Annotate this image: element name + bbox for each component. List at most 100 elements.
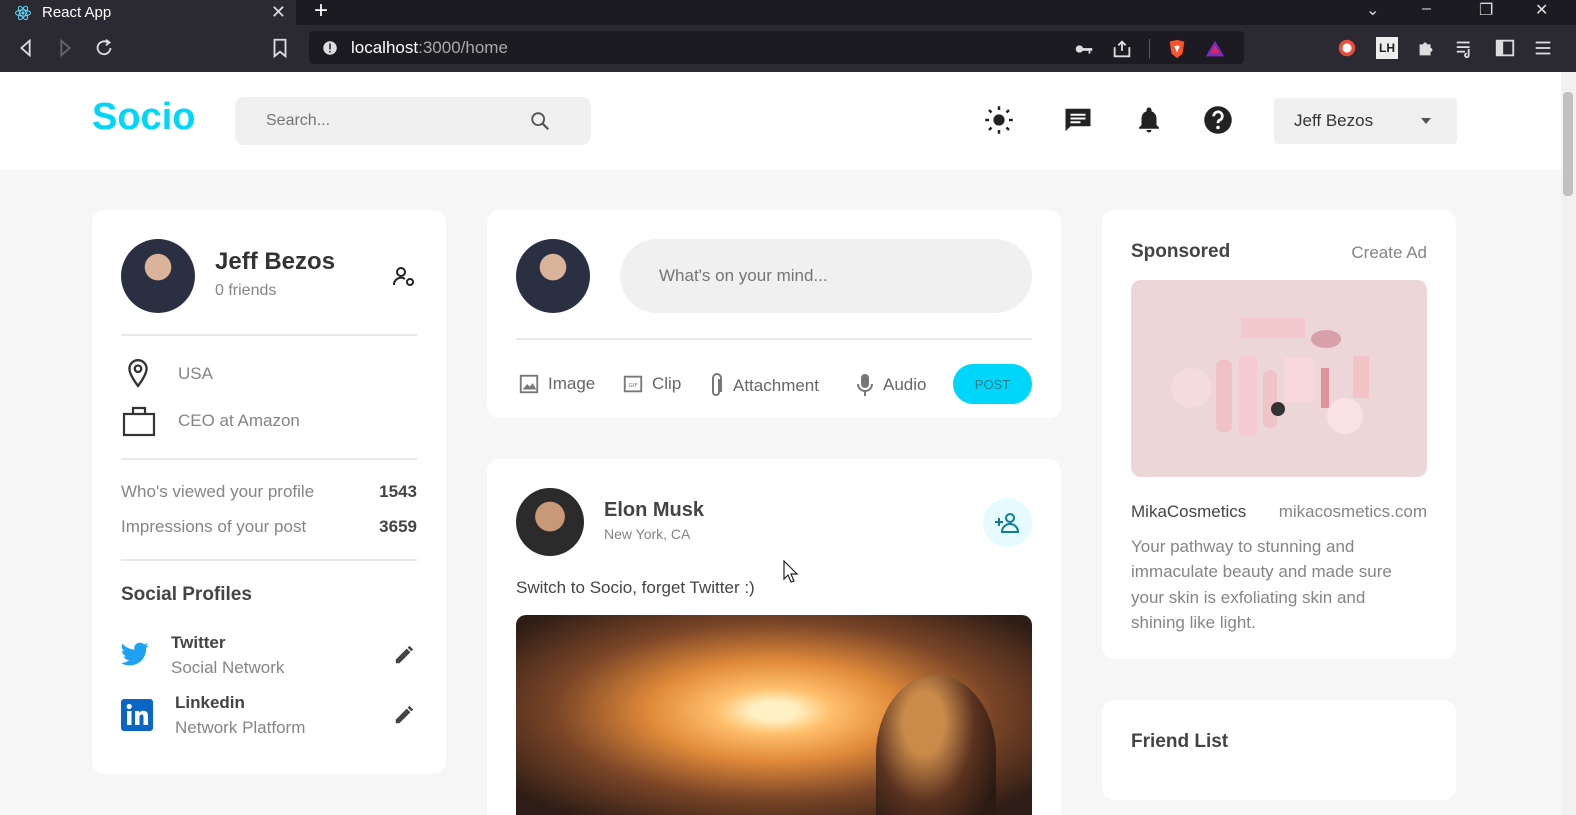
address-bar[interactable]: localhost:3000/home [309,31,1244,64]
user-widget: Jeff Bezos 0 friends USA CEO at Amazon W… [92,210,446,774]
post-input[interactable] [620,239,1032,313]
social-type: Social Network [171,658,285,677]
light-mode-icon[interactable] [984,105,1014,135]
stat-label: Who's viewed your profile [121,482,315,501]
add-person-icon [994,512,1019,533]
search-icon[interactable] [529,110,551,132]
divider [121,458,417,460]
minimize-icon[interactable]: – [1422,0,1431,20]
location-pin-icon [128,358,148,388]
stat-value: 3659 [379,517,417,536]
add-friend-button[interactable] [983,498,1032,547]
post-author-name[interactable]: Elon Musk [604,499,704,522]
friend-count: 0 friends [215,282,277,299]
image-label: Image [548,374,596,393]
edit-pencil-icon[interactable] [393,704,415,726]
search-box [235,97,591,145]
chevron-down-icon [1421,118,1431,124]
forward-icon[interactable] [54,37,76,59]
post-card: Elon Musk New York, CA Switch to Socio, … [487,459,1061,815]
puzzle-icon[interactable] [1415,37,1437,59]
friend-list-title: Friend List [1131,731,1229,752]
ad-widget: Sponsored Create Ad MikaCosmetics mikaco… [1102,210,1456,659]
restore-icon[interactable]: ❐ [1479,0,1493,20]
browser-tab-bar: React App ✕ + ⌄ – ❐ ✕ [0,0,1576,25]
browser-toolbar: localhost:3000/home LH [0,25,1576,72]
ad-description-line: shining like light. [1131,613,1256,632]
post-author-avatar[interactable] [516,488,584,556]
key-icon[interactable] [1073,38,1095,60]
menu-icon[interactable] [1532,37,1554,59]
social-name[interactable]: Linkedin [175,693,245,713]
social-profiles-title: Social Profiles [121,584,252,605]
clip-action[interactable]: GIF Clip [622,373,681,395]
ad-description-line: immaculate beauty and made sure [1131,562,1392,581]
user-location: USA [178,364,213,383]
new-tab-button[interactable]: + [314,0,328,23]
tab-search-icon[interactable]: ⌄ [1366,0,1379,20]
twitter-icon [122,642,149,666]
audio-action[interactable]: Audio [857,373,926,397]
post-composer: Image GIF Clip Attachment Audio POST [487,210,1061,418]
create-ad-link[interactable]: Create Ad [1351,243,1427,263]
bookmark-icon[interactable] [269,37,291,59]
window-close-icon[interactable]: ✕ [1535,0,1548,20]
extension-icon[interactable] [1336,37,1358,59]
ad-description-line: your skin is exfoliating skin and [1131,588,1366,607]
logo[interactable]: Socio [92,96,195,139]
user-menu-name: Jeff Bezos [1294,111,1374,130]
url-path: :3000/home [418,37,508,57]
scrollbar-thumb[interactable] [1563,92,1573,196]
svg-text:GIF: GIF [628,383,637,389]
share-icon[interactable] [1111,38,1133,60]
attachment-label: Attachment [733,376,819,395]
microphone-icon [857,374,873,396]
reload-icon[interactable] [93,37,115,59]
message-icon[interactable] [1063,105,1093,135]
back-icon[interactable] [15,37,37,59]
ad-brand: MikaCosmetics [1131,502,1247,521]
help-icon[interactable] [1203,105,1233,135]
close-tab-icon[interactable]: ✕ [271,2,286,23]
ad-description-line: Your pathway to stunning and [1131,537,1355,556]
social-name[interactable]: Twitter [171,633,225,653]
notification-bell-icon[interactable] [1134,105,1164,135]
manage-account-icon[interactable] [392,265,416,289]
clip-label: Clip [652,374,682,393]
gif-icon: GIF [623,375,643,393]
person-silhouette [876,675,996,815]
friend-list-widget: Friend List [1102,700,1456,800]
post-image[interactable] [516,615,1032,815]
image-action[interactable]: Image [518,373,595,395]
app-navbar: Socio Jeff Bezos [0,72,1561,170]
user-avatar[interactable] [121,239,195,313]
site-info-icon[interactable] [321,39,339,57]
search-input[interactable] [264,111,528,131]
ad-image[interactable] [1131,280,1427,477]
media-icon[interactable] [1454,37,1476,59]
briefcase-icon [122,406,156,437]
ad-site[interactable]: mikacosmetics.com [1279,502,1427,522]
edit-pencil-icon[interactable] [393,644,415,666]
sidebar-icon[interactable] [1494,37,1516,59]
mouse-cursor-icon [783,560,799,583]
audio-label: Audio [883,375,927,394]
browser-tab[interactable]: React App ✕ [0,0,296,25]
user-name[interactable]: Jeff Bezos [215,248,335,276]
lighthouse-icon[interactable]: LH [1376,37,1398,59]
brave-shield-icon[interactable] [1166,38,1188,60]
react-icon [15,5,31,20]
brave-rewards-icon[interactable] [1204,38,1226,60]
image-icon [519,374,539,394]
divider [121,559,417,561]
attachment-action[interactable]: Attachment [707,373,819,399]
stat-label: Impressions of your post [121,517,307,536]
user-menu-select[interactable]: Jeff Bezos [1274,98,1457,144]
paperclip-icon [712,373,722,396]
post-button[interactable]: POST [953,364,1032,404]
post-author-location: New York, CA [604,526,691,542]
social-type: Network Platform [175,718,306,737]
ad-title: Sponsored [1131,241,1231,262]
post-text: Switch to Socio, forget Twitter :) [516,578,755,597]
composer-avatar [516,239,590,313]
